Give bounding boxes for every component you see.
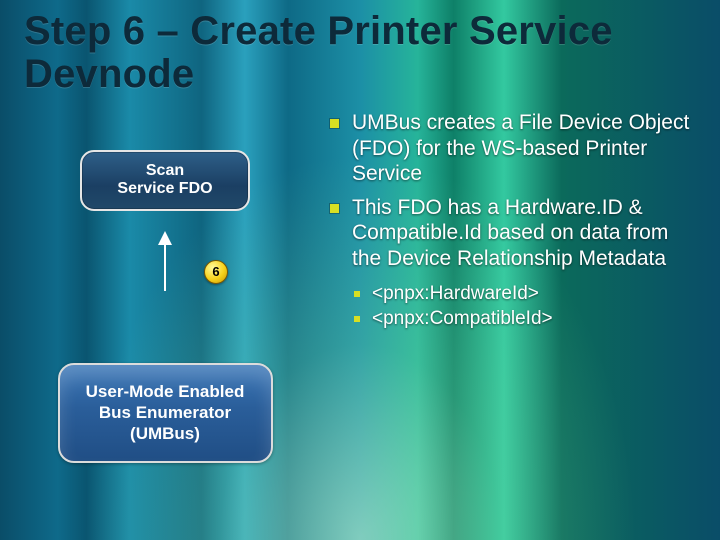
diagram: ScanService FDO 6 User-Mode EnabledBus E… [30, 150, 300, 463]
slide-title: Step 6 – Create Printer Service Devnode [24, 10, 696, 96]
bullet-item: This FDO has a Hardware.ID & Compatible.… [330, 195, 700, 272]
arrow-shaft [164, 243, 166, 291]
bullet-list: UMBus creates a File Device Object (FDO)… [330, 110, 700, 332]
sub-bullet-item: <pnpx:HardwareId> [330, 282, 700, 305]
sub-bullet-text: <pnpx:CompatibleId> [372, 308, 553, 329]
bullet-text: This FDO has a Hardware.ID & Compatible.… [352, 196, 668, 270]
sub-bullet-text: <pnpx:HardwareId> [372, 283, 539, 304]
arrow-up [145, 215, 185, 285]
node-scan-service-fdo: ScanService FDO [80, 150, 250, 211]
step-badge: 6 [204, 260, 228, 284]
node-umbus: User-Mode EnabledBus Enumerator(UMBus) [58, 363, 273, 463]
sub-bullet-item: <pnpx:CompatibleId> [330, 307, 700, 330]
bullet-item: UMBus creates a File Device Object (FDO)… [330, 110, 700, 187]
bullet-text: UMBus creates a File Device Object (FDO)… [352, 111, 689, 185]
slide: Step 6 – Create Printer Service Devnode … [0, 0, 720, 540]
